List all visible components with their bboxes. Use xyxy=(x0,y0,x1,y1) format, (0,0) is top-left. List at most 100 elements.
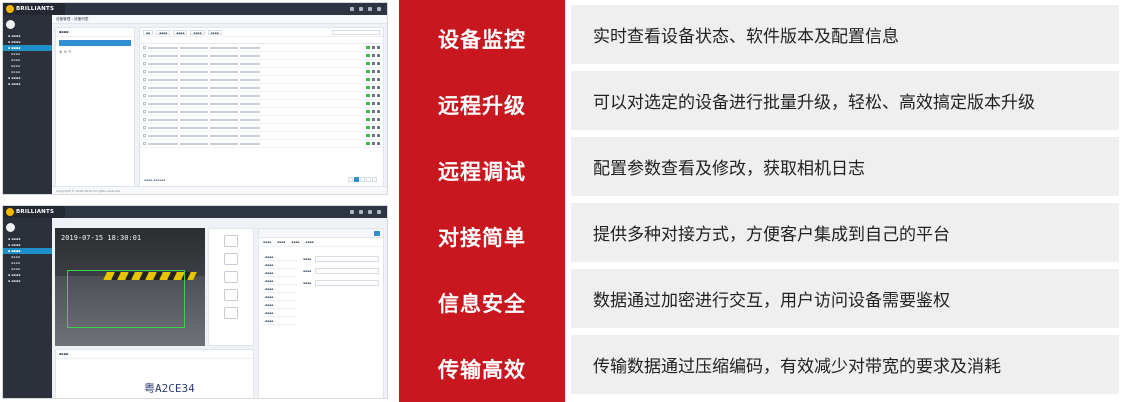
table-row[interactable] xyxy=(140,140,383,148)
toolbar-button[interactable]: ▪▪ xyxy=(143,29,154,35)
group-tools[interactable]: ⊕ ⊖ ✎ xyxy=(59,49,131,54)
search-input[interactable] xyxy=(332,29,380,35)
config-input[interactable] xyxy=(315,256,379,262)
video-controls xyxy=(208,228,254,346)
table-row[interactable] xyxy=(140,100,383,108)
feature-description: 实时查看设备状态、软件版本及配置信息 xyxy=(593,27,899,47)
search-icon[interactable] xyxy=(350,210,354,214)
fullscreen-icon[interactable] xyxy=(368,7,372,11)
page-button-current[interactable] xyxy=(354,177,359,182)
config-field-row: ▪▪▪▪ xyxy=(303,277,379,289)
video-timestamp: 2019-07-15 18:30:01 xyxy=(61,234,142,242)
feature-row-remote-debug: 配置参数查看及修改，获取相机日志 xyxy=(571,137,1119,196)
feature-title-monitoring: 设备监控 xyxy=(438,28,526,52)
feature-title-remote-debug: 远程调试 xyxy=(438,160,526,184)
brand-logo: BRILLIANTS xyxy=(3,3,65,15)
device-table: ▪▪ ▪▪▪▪ ▪▪▪▪ ▪▪▪▪ ▪▪▪▪ ▪▪▪▪ ▪▪▪▪▪▪ xyxy=(139,27,384,187)
feature-title-remote-upgrade: 远程升级 xyxy=(438,94,526,118)
user-icon[interactable] xyxy=(377,210,381,214)
config-field-row: ▪▪▪▪ xyxy=(303,253,379,265)
config-menu-item[interactable]: ▪▪▪▪ xyxy=(263,309,297,317)
sidebar: ▪ ▪▪▪▪ ▪ ▪▪▪▪ ▪ ▪▪▪▪ ▪▪▪▪ ▪▪▪▪ ▪▪▪▪ ▪ ▪▪… xyxy=(3,218,52,398)
pagination[interactable] xyxy=(348,177,377,182)
tab[interactable]: ▪▪▪▪ xyxy=(263,240,271,244)
feature-description: 数据通过加密进行交互，用户访问设备需要鉴权 xyxy=(593,291,950,311)
toolbar-button[interactable]: ▪▪▪▪ xyxy=(207,29,222,35)
table-row[interactable] xyxy=(140,84,383,92)
feature-title-security: 信息安全 xyxy=(438,292,526,316)
page-button[interactable] xyxy=(372,177,377,182)
user-panel xyxy=(3,218,52,236)
brand-logo: BRILLIANTS xyxy=(3,206,65,218)
tab[interactable]: ▪▪▪▪ xyxy=(305,240,313,244)
page-button[interactable] xyxy=(348,177,353,182)
sidebar-item[interactable]: ▪ ▪▪▪▪ xyxy=(3,278,52,284)
close-icon[interactable] xyxy=(374,231,380,236)
config-menu-item[interactable]: ▪▪▪▪ xyxy=(263,261,297,269)
device-list-screenshot: BRILLIANTS ▪ ▪▪▪▪ ▪ ▪▪▪▪ ▪ ▪▪▪▪ ▪▪▪▪ ▪▪▪… xyxy=(2,2,388,195)
feature-row-remote-upgrade: 可以对选定的设备进行批量升级，轻松、高效搞定版本升级 xyxy=(571,71,1119,130)
feature-row-monitoring: 实时查看设备状态、软件版本及配置信息 xyxy=(571,5,1119,64)
avatar xyxy=(6,222,15,232)
toolbar-button[interactable]: ▪▪▪▪ xyxy=(190,29,205,35)
trigger-button[interactable] xyxy=(224,271,238,283)
sidebar-item[interactable]: ▪ ▪▪▪▪ xyxy=(3,81,52,87)
toolbar-button[interactable]: ▪▪▪▪ xyxy=(156,29,171,35)
config-form: ▪▪▪▪ ▪▪▪▪ ▪▪▪▪ xyxy=(303,253,379,289)
tab[interactable]: ▪▪▪▪ xyxy=(291,240,299,244)
user-icon[interactable] xyxy=(377,7,381,11)
tab[interactable]: ▪▪▪▪ xyxy=(277,240,285,244)
config-menu-item[interactable]: ▪▪▪▪ xyxy=(263,277,297,285)
toolbar-button[interactable]: ▪▪▪▪ xyxy=(173,29,188,35)
table-header xyxy=(140,37,383,44)
live-video-view[interactable]: 2019-07-15 18:30:01 xyxy=(55,228,205,346)
config-input[interactable] xyxy=(315,280,379,286)
fullscreen-button[interactable] xyxy=(224,289,238,301)
table-row[interactable] xyxy=(140,44,383,52)
config-menu-item[interactable]: ▪▪▪▪ xyxy=(263,293,297,301)
bell-icon[interactable] xyxy=(359,7,363,11)
table-row[interactable] xyxy=(140,68,383,76)
config-menu-item[interactable]: ▪▪▪▪ xyxy=(263,301,297,309)
config-menu-item[interactable]: ▪▪▪▪ xyxy=(263,317,297,325)
page-button[interactable] xyxy=(366,177,371,182)
group-panel-title: ▪▪▪▪ xyxy=(56,28,134,37)
table-row[interactable] xyxy=(140,92,383,100)
table-row[interactable] xyxy=(140,124,383,132)
breadcrumb: 设备管理 › 设备列表 xyxy=(52,15,387,24)
detection-region xyxy=(67,270,185,328)
settings-button[interactable] xyxy=(224,307,238,319)
group-item[interactable] xyxy=(59,40,131,46)
feature-description: 提供多种对接方式，方便客户集成到自己的平台 xyxy=(593,225,950,245)
footer: Copyright © 2018-2019 All rights reserve… xyxy=(52,186,387,194)
feature-description: 可以对选定的设备进行批量升级，轻松、高效搞定版本升级 xyxy=(593,93,1035,113)
record-button[interactable] xyxy=(224,253,238,265)
table-row[interactable] xyxy=(140,132,383,140)
table-row[interactable] xyxy=(140,116,383,124)
top-bar-icons xyxy=(350,210,387,214)
config-tabs: ▪▪▪▪ ▪▪▪▪ ▪▪▪▪ ▪▪▪▪ xyxy=(259,238,383,247)
table-row[interactable] xyxy=(140,60,383,68)
config-input[interactable] xyxy=(315,268,379,274)
table-row[interactable] xyxy=(140,52,383,60)
fullscreen-icon[interactable] xyxy=(368,210,372,214)
feature-row-efficient-transfer: 传输数据通过压缩编码，有效减少对带宽的要求及消耗 xyxy=(571,335,1119,394)
snapshot-button[interactable] xyxy=(224,235,238,247)
bell-icon[interactable] xyxy=(359,210,363,214)
top-bar: BRILLIANTS xyxy=(3,206,387,218)
feature-row-security: 数据通过加密进行交互，用户访问设备需要鉴权 xyxy=(571,269,1119,328)
table-row[interactable] xyxy=(140,108,383,116)
device-debug-screenshot: BRILLIANTS ▪ ▪▪▪▪ ▪ ▪▪▪▪ ▪ ▪▪▪▪ ▪▪▪▪ ▪▪▪… xyxy=(2,205,388,399)
search-icon[interactable] xyxy=(350,7,354,11)
top-bar-icons xyxy=(350,7,387,11)
brand-name: BRILLIANTS xyxy=(16,6,55,12)
config-menu-item[interactable]: ▪▪▪▪ xyxy=(263,269,297,277)
config-menu-item[interactable]: ▪▪▪▪ xyxy=(263,285,297,293)
avatar xyxy=(6,19,15,29)
table-row[interactable] xyxy=(140,76,383,84)
config-panel-header xyxy=(259,229,383,238)
config-menu-item[interactable]: ▪▪▪▪ xyxy=(263,253,297,261)
sidebar: ▪ ▪▪▪▪ ▪ ▪▪▪▪ ▪ ▪▪▪▪ ▪▪▪▪ ▪▪▪▪ ▪▪▪▪ ▪▪▪▪… xyxy=(3,15,52,194)
page-button[interactable] xyxy=(360,177,365,182)
table-info: ▪▪▪▪ ▪▪▪▪▪▪ xyxy=(144,178,166,182)
